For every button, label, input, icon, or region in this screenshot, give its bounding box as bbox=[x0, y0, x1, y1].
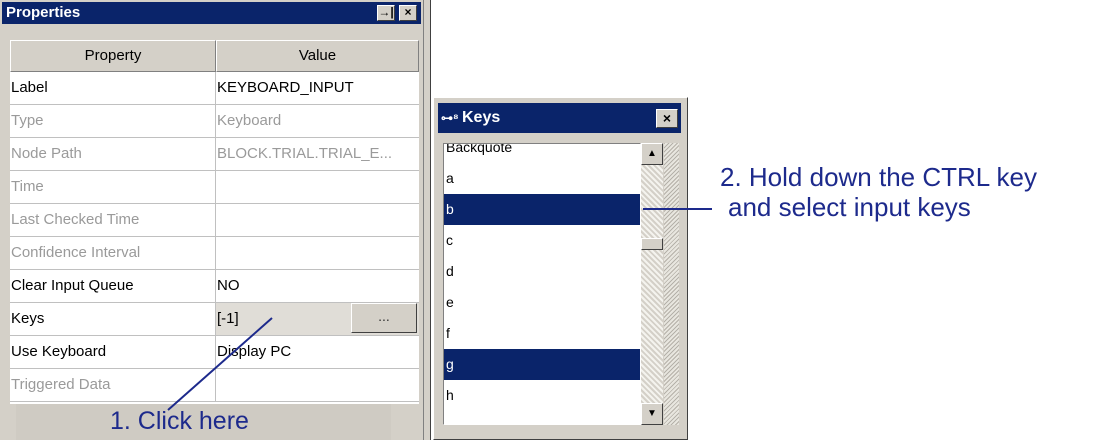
keys-list[interactable]: Backquote a b c d e f g h bbox=[443, 143, 641, 425]
column-header-property[interactable]: Property bbox=[10, 40, 216, 72]
property-value: Keyboard bbox=[217, 112, 282, 129]
resize-grip[interactable] bbox=[664, 143, 679, 425]
property-row-clear-input-queue[interactable]: Clear Input Queue NO bbox=[10, 270, 419, 303]
property-name: Confidence Interval bbox=[10, 237, 216, 269]
scroll-down-icon[interactable]: ▼ bbox=[641, 403, 663, 425]
scroll-up-icon[interactable]: ▲ bbox=[641, 143, 663, 165]
property-grid-header: Property Value bbox=[10, 40, 419, 72]
list-item[interactable]: f bbox=[444, 318, 640, 349]
list-item-selected[interactable]: g bbox=[444, 349, 640, 380]
property-value bbox=[216, 369, 419, 401]
property-name: Node Path bbox=[10, 138, 216, 170]
list-item[interactable]: d bbox=[444, 256, 640, 287]
keys-title-bar[interactable]: ⊶⁸ Keys × bbox=[438, 103, 681, 133]
list-item-selected[interactable]: b bbox=[444, 194, 640, 225]
properties-title: Properties bbox=[6, 4, 81, 21]
scroll-thumb[interactable] bbox=[641, 238, 663, 250]
annotation-step2-line2: and select input keys bbox=[728, 192, 971, 222]
property-row-confidence-interval: Confidence Interval bbox=[10, 237, 419, 270]
property-row-triggered-data: Triggered Data bbox=[10, 369, 419, 402]
panel-splitter[interactable] bbox=[423, 0, 431, 440]
keys-title: Keys bbox=[462, 109, 501, 126]
property-name: Use Keyboard bbox=[10, 336, 216, 368]
keys-browse-button[interactable]: ... bbox=[351, 303, 417, 333]
property-value bbox=[216, 237, 419, 269]
property-name: Type bbox=[10, 105, 216, 137]
keys-scrollbar[interactable]: ▲ ▼ bbox=[641, 143, 663, 425]
annotation-step2-line1: 2. Hold down the CTRL key bbox=[720, 162, 1037, 192]
keys-window: ⊶⁸ Keys × Backquote a b c d e f g h ▲ ▼ bbox=[433, 97, 688, 440]
property-name: Last Checked Time bbox=[10, 204, 216, 236]
list-item[interactable]: a bbox=[444, 163, 640, 194]
list-item[interactable]: e bbox=[444, 287, 640, 318]
list-item[interactable]: h bbox=[444, 380, 640, 411]
property-value[interactable]: KEYBOARD_INPUT bbox=[216, 72, 419, 104]
close-icon[interactable]: × bbox=[399, 5, 417, 21]
property-name: Time bbox=[10, 171, 216, 203]
pin-icon[interactable]: →| bbox=[377, 5, 395, 21]
property-name: Keys bbox=[10, 303, 216, 335]
property-value bbox=[216, 204, 419, 236]
close-icon[interactable]: × bbox=[656, 109, 678, 128]
list-item[interactable]: c bbox=[444, 225, 640, 256]
property-row-type: Type Keyboard bbox=[10, 105, 419, 138]
property-name: Label bbox=[10, 72, 216, 104]
property-value[interactable]: Display PC bbox=[216, 336, 419, 368]
property-row-time: Time bbox=[10, 171, 419, 204]
list-item[interactable]: Backquote bbox=[444, 144, 640, 163]
property-name: Triggered Data bbox=[10, 369, 216, 401]
annotation-step1: 1. Click here bbox=[110, 407, 249, 435]
property-row-node-path: Node Path BLOCK.TRIAL.TRIAL_E... bbox=[10, 138, 419, 171]
column-header-value[interactable]: Value bbox=[216, 40, 419, 72]
property-name: Clear Input Queue bbox=[10, 270, 216, 302]
annotation-step2: 2. Hold down the CTRL key and select inp… bbox=[720, 162, 1037, 222]
property-value: BLOCK.TRIAL.TRIAL_E... bbox=[217, 145, 393, 162]
property-row-keys[interactable]: Keys [-1] ... bbox=[10, 303, 419, 336]
property-row-label[interactable]: Label KEYBOARD_INPUT bbox=[10, 72, 419, 105]
properties-panel: Properties →| × Property Value Label KEY… bbox=[0, 0, 423, 440]
property-value bbox=[216, 171, 419, 203]
property-value[interactable]: NO bbox=[216, 270, 419, 302]
key-icon: ⊶⁸ bbox=[441, 111, 459, 125]
properties-title-bar[interactable]: Properties →| × bbox=[2, 2, 421, 24]
property-row-use-keyboard[interactable]: Use Keyboard Display PC bbox=[10, 336, 419, 369]
property-row-last-checked-time: Last Checked Time bbox=[10, 204, 419, 237]
